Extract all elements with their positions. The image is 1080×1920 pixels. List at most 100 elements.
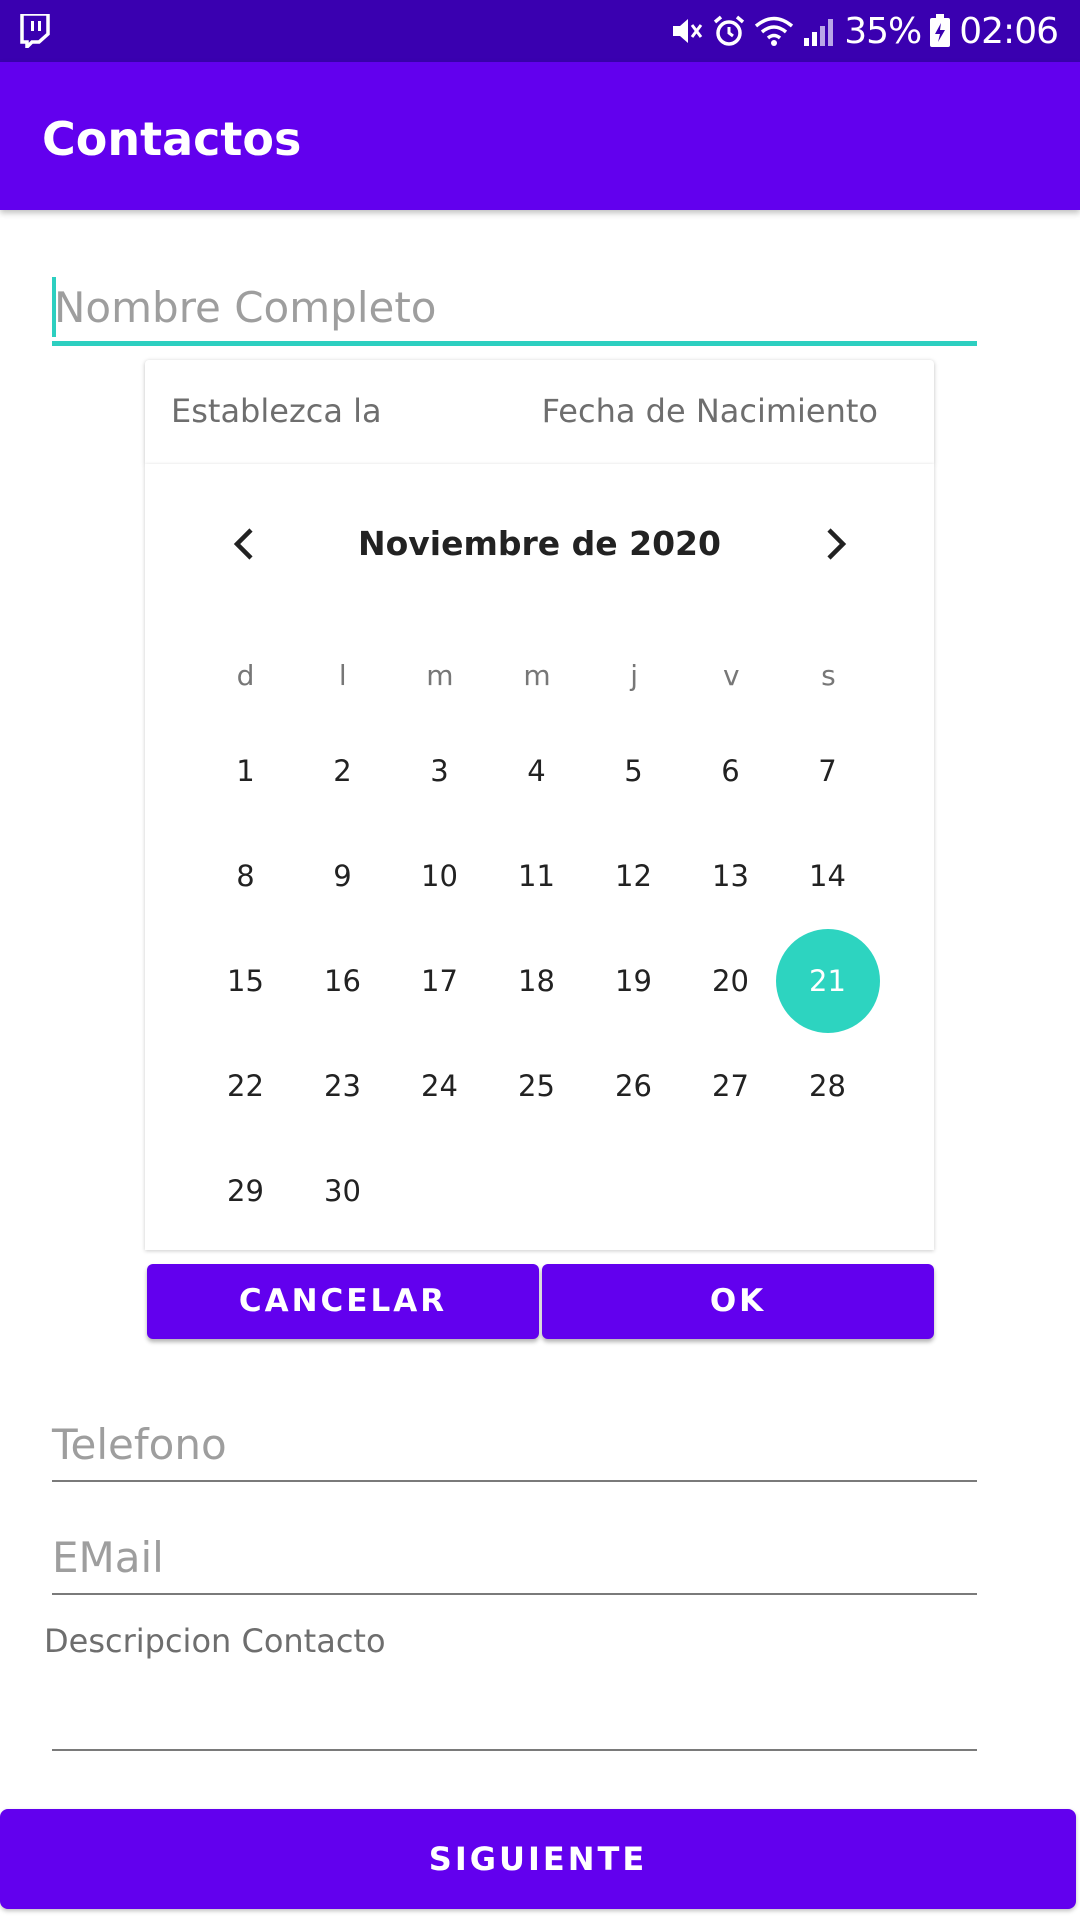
weekday-label: d <box>236 659 255 692</box>
day-cell[interactable]: 3 <box>391 718 488 823</box>
day-number: 30 <box>324 1173 361 1208</box>
twitch-icon <box>20 14 50 48</box>
day-cell[interactable]: 25 <box>488 1033 585 1138</box>
day-cell[interactable]: 4 <box>488 718 585 823</box>
day-number: 12 <box>615 858 652 893</box>
telefono-underline <box>52 1480 977 1482</box>
day-number: 14 <box>809 858 846 893</box>
dialog-header: Establezca la Fecha de Nacimiento <box>145 360 934 464</box>
day-number: 25 <box>518 1068 555 1103</box>
day-number: 28 <box>809 1068 846 1103</box>
day-cell[interactable]: 2 <box>294 718 391 823</box>
ok-button[interactable]: OK <box>542 1264 934 1339</box>
day-number: 18 <box>518 963 555 998</box>
weekday-label: j <box>630 659 639 692</box>
weekday-label: m <box>523 659 551 692</box>
email-underline <box>52 1593 977 1595</box>
day-number: 24 <box>421 1068 458 1103</box>
day-number: 10 <box>421 858 458 893</box>
day-number: 13 <box>712 858 749 893</box>
day-cell[interactable]: 12 <box>585 823 682 928</box>
day-cell[interactable]: 17 <box>391 928 488 1033</box>
day-cell[interactable]: 5 <box>585 718 682 823</box>
day-cell[interactable]: 29 <box>197 1138 294 1243</box>
battery-charging-icon <box>930 14 951 47</box>
day-cell[interactable]: 19 <box>585 928 682 1033</box>
email-field[interactable]: EMail <box>52 1533 977 1597</box>
day-number: 2 <box>333 753 352 788</box>
day-number: 6 <box>721 753 740 788</box>
weekday-header: d l m m j v s <box>197 659 877 699</box>
day-cell[interactable]: 16 <box>294 928 391 1033</box>
nombre-placeholder: Nombre Completo <box>54 283 437 332</box>
day-cell[interactable]: 24 <box>391 1033 488 1138</box>
descripcion-field[interactable] <box>52 1749 977 1751</box>
weekday-label: s <box>821 659 836 692</box>
day-number: 1 <box>236 753 255 788</box>
day-cell[interactable]: 11 <box>488 823 585 928</box>
day-cell[interactable]: 30 <box>294 1138 391 1243</box>
day-cell[interactable]: 15 <box>197 928 294 1033</box>
day-number: 19 <box>615 963 652 998</box>
page-title: Contactos <box>42 112 302 166</box>
day-cell[interactable]: 10 <box>391 823 488 928</box>
day-cell[interactable]: 7 <box>779 718 876 823</box>
status-bar: 35% 02:06 <box>0 0 1080 62</box>
day-cell[interactable]: 13 <box>682 823 779 928</box>
day-number: 29 <box>227 1173 264 1208</box>
day-number: 26 <box>615 1068 652 1103</box>
day-cell[interactable]: 28 <box>779 1033 876 1138</box>
month-navigation: Noviembre de 2020 <box>145 464 934 604</box>
day-cell[interactable]: 1 <box>197 718 294 823</box>
email-placeholder: EMail <box>52 1533 164 1582</box>
wifi-icon <box>755 16 794 46</box>
dialog-title-right: Fecha de Nacimiento <box>541 392 878 430</box>
weekday-label: m <box>426 659 454 692</box>
day-number: 9 <box>333 858 352 893</box>
day-number: 17 <box>421 963 458 998</box>
mute-icon <box>673 19 703 43</box>
dialog-actions: CANCELAR OK <box>145 1250 934 1357</box>
day-cell[interactable]: 27 <box>682 1033 779 1138</box>
nombre-underline <box>52 341 977 346</box>
day-cell[interactable]: 20 <box>682 928 779 1033</box>
day-number: 3 <box>430 753 449 788</box>
day-number: 16 <box>324 963 361 998</box>
nombre-field[interactable]: Nombre Completo <box>52 275 977 347</box>
day-cell[interactable]: 8 <box>197 823 294 928</box>
chevron-right-icon[interactable] <box>815 524 855 564</box>
day-number: 23 <box>324 1068 361 1103</box>
date-picker-dialog: Establezca la Fecha de Nacimiento Noviem… <box>145 360 934 1357</box>
weekday-label: l <box>338 659 347 692</box>
days-grid: 1 2 3 4 5 6 7 8 9 10 11 12 13 14 15 16 17 18 19 20 21 22 23 24 2… <box>197 718 877 1243</box>
weekday-label: v <box>722 659 740 692</box>
cancel-button[interactable]: CANCELAR <box>147 1264 539 1339</box>
clock: 02:06 <box>959 10 1059 52</box>
dialog-title-left: Establezca la <box>171 392 382 430</box>
siguiente-button[interactable]: SIGUIENTE <box>0 1809 1076 1909</box>
battery-percent: 35% <box>844 10 922 52</box>
descripcion-label: Descripcion Contacto <box>44 1622 386 1660</box>
alarm-icon <box>714 15 745 46</box>
day-number: 7 <box>818 753 837 788</box>
day-number: 11 <box>518 858 555 893</box>
day-number: 20 <box>712 963 749 998</box>
day-cell[interactable]: 6 <box>682 718 779 823</box>
day-cell[interactable]: 23 <box>294 1033 391 1138</box>
status-icons: 35% 02:06 <box>670 8 1059 54</box>
telefono-placeholder: Telefono <box>52 1420 227 1469</box>
day-number: 21 <box>809 963 846 998</box>
day-cell[interactable]: 22 <box>197 1033 294 1138</box>
day-cell[interactable]: 18 <box>488 928 585 1033</box>
day-number: 22 <box>227 1068 264 1103</box>
telefono-field[interactable]: Telefono <box>52 1420 977 1484</box>
day-number: 4 <box>527 753 546 788</box>
selected-day-cell[interactable]: 21 <box>779 928 876 1033</box>
day-number: 27 <box>712 1068 749 1103</box>
app-bar: Contactos <box>0 62 1080 210</box>
calendar: Noviembre de 2020 d l m m j v s 12345678… <box>145 464 934 1250</box>
day-number: 15 <box>227 963 264 998</box>
day-cell[interactable]: 14 <box>779 823 876 928</box>
day-cell[interactable]: 9 <box>294 823 391 928</box>
day-cell[interactable]: 26 <box>585 1033 682 1138</box>
